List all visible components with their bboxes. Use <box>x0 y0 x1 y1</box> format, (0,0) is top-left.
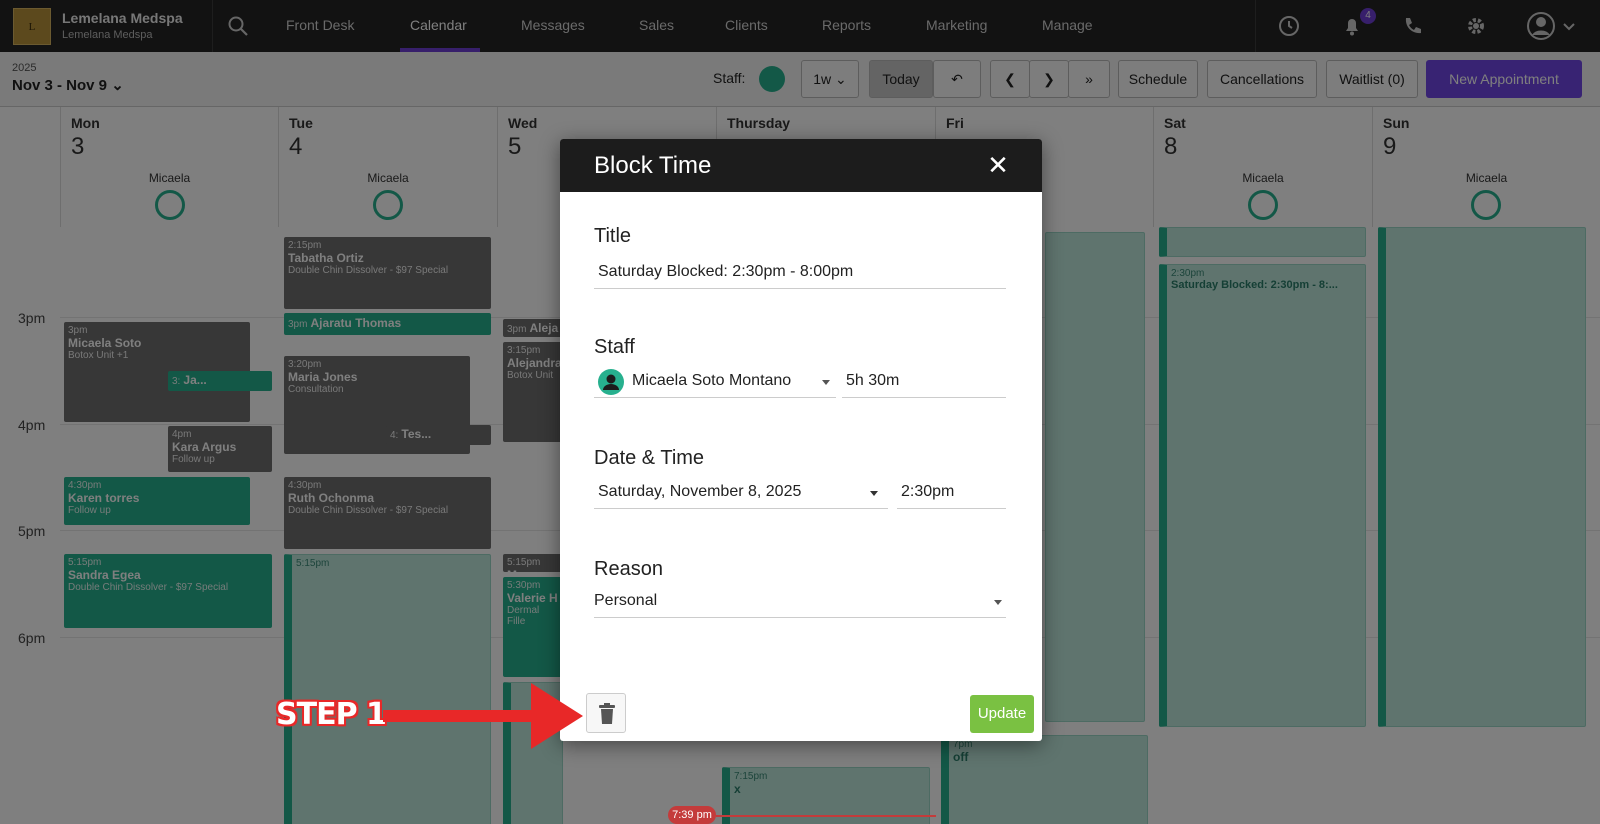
staff-avatar-icon <box>598 369 624 395</box>
reason-select[interactable]: Personal <box>594 586 1006 618</box>
current-time-line <box>716 815 936 817</box>
staff-select[interactable]: Micaela Soto Montano <box>594 366 836 398</box>
delete-button[interactable] <box>586 693 626 733</box>
datetime-label: Date & Time <box>594 447 705 469</box>
step-annotation-label: STEP 1 <box>276 697 387 732</box>
update-button[interactable]: Update <box>970 695 1034 733</box>
time-input[interactable]: 2:30pm <box>897 477 1006 509</box>
trash-icon <box>599 703 615 724</box>
block-time-dialog: Block Time ✕ Title Saturday Blocked: 2:3… <box>560 139 1042 741</box>
reason-label: Reason <box>594 558 663 580</box>
title-label: Title <box>594 225 632 247</box>
close-icon[interactable]: ✕ <box>984 151 1012 179</box>
staff-select-value: Micaela Soto Montano <box>632 372 792 389</box>
dialog-title: Block Time <box>594 152 712 179</box>
current-time-indicator: 7:39 pm <box>668 806 716 824</box>
dialog-header: Block Time ✕ <box>560 139 1042 192</box>
date-select-value: Saturday, November 8, 2025 <box>598 483 802 500</box>
dropdown-caret-icon <box>994 600 1002 605</box>
dropdown-caret-icon <box>870 491 878 496</box>
duration-input[interactable]: 5h 30m <box>842 366 1006 398</box>
staff-label: Staff <box>594 336 635 358</box>
date-select[interactable]: Saturday, November 8, 2025 <box>594 477 888 509</box>
dropdown-caret-icon <box>822 380 830 385</box>
arrow-icon <box>383 683 583 749</box>
reason-select-value: Personal <box>594 592 658 609</box>
title-input[interactable]: Saturday Blocked: 2:30pm - 8:00pm <box>594 257 1006 289</box>
